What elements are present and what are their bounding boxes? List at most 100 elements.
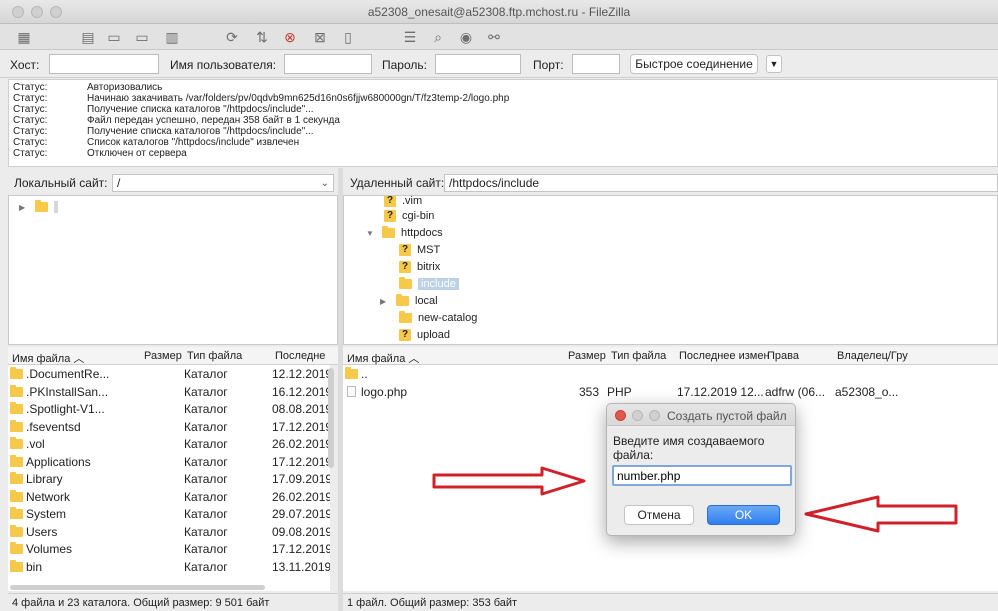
sync-browsing-icon[interactable]: ◉ xyxy=(456,27,476,47)
folder-icon xyxy=(399,277,412,289)
local-file-name: Users xyxy=(26,524,58,539)
binoculars-icon[interactable]: ⚯ xyxy=(484,27,504,47)
toggle-remote-tree-icon[interactable]: ▭ xyxy=(132,27,152,47)
toggle-local-tree-icon[interactable]: ▭ xyxy=(104,27,124,47)
refresh-icon[interactable]: ⟳ xyxy=(222,27,242,47)
log-key: Статус: xyxy=(13,126,48,137)
local-file-date: 17.12.2019 xyxy=(272,454,330,469)
remote-tree-node[interactable]: ? upload xyxy=(399,329,450,341)
local-file-row[interactable]: bin Каталог 13.11.2019 xyxy=(8,558,330,575)
local-file-row[interactable]: System Каталог 29.07.2019 xyxy=(8,505,330,522)
disconnect-icon[interactable]: ⊠ xyxy=(310,27,330,47)
local-file-row[interactable]: Users Каталог 09.08.2019 xyxy=(8,523,330,540)
filename-input[interactable] xyxy=(612,465,792,486)
local-file-row[interactable]: Network Каталог 26.02.2019 xyxy=(8,488,330,505)
local-list-hscrollbar[interactable] xyxy=(10,585,265,590)
user-label: Имя пользователя: xyxy=(170,58,277,72)
toggle-log-icon[interactable]: ▤ xyxy=(78,27,98,47)
local-col-name[interactable]: Имя файла ︿ xyxy=(12,350,84,366)
local-file-row[interactable]: Applications Каталог 17.12.2019 xyxy=(8,453,330,470)
toolbar: ▦ ▤ ▭ ▭ ▥ ⟳ ⇅ ⊗ ⊠ ▯ ☰ ⌕ ◉ ⚯ xyxy=(0,24,998,50)
folder-icon xyxy=(10,384,23,397)
local-file-type: Каталог xyxy=(184,472,228,486)
local-file-date: 17.12.2019 xyxy=(272,419,330,434)
cancel-operation-icon[interactable]: ⊗ xyxy=(280,27,300,47)
local-file-row[interactable]: Library Каталог 17.09.2019 xyxy=(8,470,330,487)
password-input[interactable] xyxy=(435,54,521,74)
local-tree[interactable]: ▶ xyxy=(8,195,338,345)
local-path-select[interactable]: / ⌄ xyxy=(112,174,334,192)
local-list-scrollbar[interactable] xyxy=(328,368,334,468)
remote-tree-node[interactable]: ? cgi-bin xyxy=(384,210,434,222)
local-tree-root[interactable]: ▶ xyxy=(19,200,58,213)
remote-file-row[interactable]: .. xyxy=(343,365,998,382)
expand-arrow-icon[interactable]: ▶ xyxy=(19,203,29,212)
folder-icon xyxy=(10,542,23,554)
remote-file-owner: a52308_o... xyxy=(835,384,899,399)
quickconnect-dropdown-button[interactable]: ▼ xyxy=(766,55,782,73)
chevron-down-icon: ⌄ xyxy=(320,178,329,189)
remote-col-perms[interactable]: Права xyxy=(767,350,799,362)
remote-tree-label: httpdocs xyxy=(401,227,443,239)
remote-col-modified[interactable]: Последнее измен xyxy=(679,350,770,362)
port-input[interactable] xyxy=(572,54,620,74)
directory-filter-icon[interactable]: ☰ xyxy=(400,27,420,47)
local-col-type[interactable]: Тип файла xyxy=(187,350,242,362)
local-file-row[interactable]: .Spotlight-V1... Каталог 08.08.2019 xyxy=(8,400,330,417)
log-message: Авторизовались xyxy=(87,82,163,93)
folder-icon xyxy=(10,472,23,484)
remote-tree-node[interactable]: ▶ local xyxy=(380,294,438,307)
dialog-close-button[interactable] xyxy=(615,410,626,421)
local-file-date: 08.08.2019 xyxy=(272,402,330,416)
local-file-row[interactable]: .DocumentRe... Каталог 12.12.2019 xyxy=(8,365,330,382)
expanded-arrow-icon[interactable]: ▼ xyxy=(366,229,376,238)
local-list-header: Имя файла ︿ Размер Тип файла Последне xyxy=(8,347,338,365)
ok-button[interactable]: OK xyxy=(707,505,780,525)
remote-tree-node[interactable]: include xyxy=(399,277,459,290)
local-file-row[interactable]: .vol Каталог 26.02.2019 xyxy=(8,435,330,452)
remote-col-type[interactable]: Тип файла xyxy=(611,350,666,362)
local-root-selection xyxy=(54,201,58,213)
local-file-date: 13.11.2019 xyxy=(272,559,330,574)
reconnect-icon[interactable]: ▯ xyxy=(338,27,358,47)
question-folder-icon: ? xyxy=(399,329,411,341)
remote-tree-node[interactable]: ? bitrix xyxy=(399,261,440,273)
toggle-queue-icon[interactable]: ▥ xyxy=(162,27,182,47)
local-file-type: Каталог xyxy=(184,437,228,451)
local-file-name: Applications xyxy=(26,454,91,469)
local-col-modified[interactable]: Последне xyxy=(275,350,325,362)
remote-tree-label: .vim xyxy=(402,195,423,207)
port-label: Порт: xyxy=(533,58,564,72)
remote-path-input[interactable]: /httpdocs/include xyxy=(444,174,998,192)
local-file-row[interactable]: .fseventsd Каталог 17.12.2019 xyxy=(8,418,330,435)
remote-tree-node[interactable]: new-catalog xyxy=(399,311,477,324)
folder-icon xyxy=(399,311,412,323)
local-file-name: bin xyxy=(26,559,43,574)
username-input[interactable] xyxy=(284,54,372,74)
local-file-list[interactable]: .DocumentRe... Каталог 12.12.2019 .PKInstal… xyxy=(8,365,330,591)
local-col-size[interactable]: Размер xyxy=(144,350,182,362)
search-icon[interactable]: ⌕ xyxy=(428,27,448,47)
local-file-row[interactable]: .PKInstallSan... Каталог 16.12.2019 xyxy=(8,383,330,400)
remote-col-owner[interactable]: Владелец/Гру xyxy=(837,350,908,362)
folder-icon xyxy=(345,367,358,379)
quickconnect-button[interactable]: Быстрое соединение xyxy=(630,54,758,74)
cancel-button[interactable]: Отмена xyxy=(624,505,694,525)
remote-tree[interactable]: ? .vim? cgi-bin ▼ httpdocs? MST? bitrix include… xyxy=(343,195,998,345)
process-queue-icon[interactable]: ⇅ xyxy=(252,27,272,47)
message-log[interactable]: Статус: Авторизовались Статус: Начинаю зака… xyxy=(8,79,998,167)
remote-tree-node[interactable]: ? .vim xyxy=(384,195,423,207)
remote-tree-node[interactable]: ▼ httpdocs xyxy=(366,226,443,239)
local-file-name: .fseventsd xyxy=(26,419,81,434)
dialog-title: Создать пустой файл xyxy=(667,409,787,423)
remote-col-size[interactable]: Размер xyxy=(568,350,606,362)
remote-tree-node[interactable]: ? MST xyxy=(399,244,440,256)
host-input[interactable] xyxy=(49,54,159,74)
local-file-row[interactable]: Volumes Каталог 17.12.2019 xyxy=(8,540,330,557)
remote-file-row[interactable]: logo.php 353 PHP 17.12.2019 12... adfrw (06.… xyxy=(343,383,998,400)
local-file-name: Network xyxy=(26,489,71,504)
site-manager-icon[interactable]: ▦ xyxy=(14,27,34,47)
remote-col-name[interactable]: Имя файла ︿ xyxy=(347,350,419,366)
expand-arrow-icon[interactable]: ▶ xyxy=(380,297,390,306)
folder-icon xyxy=(10,524,23,537)
